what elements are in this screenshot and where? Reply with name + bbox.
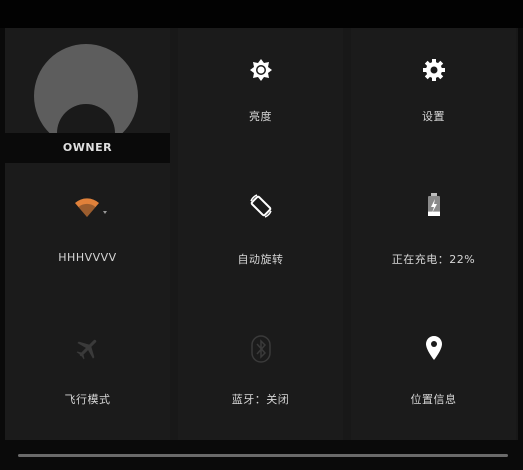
brightness-tile[interactable]: 亮度	[178, 28, 343, 163]
settings-tile[interactable]: 设置	[351, 28, 516, 163]
wifi-label: HHHVVVV	[58, 251, 117, 264]
owner-name: OWNER	[62, 141, 113, 154]
location-pin-icon	[425, 336, 442, 360]
status-bar	[0, 0, 523, 28]
brightness-icon	[249, 59, 272, 81]
owner-tile[interactable]: OWNER	[5, 28, 170, 163]
location-label: 位置信息	[410, 393, 457, 406]
bluetooth-tile[interactable]: 蓝牙：关闭	[178, 303, 343, 440]
settings-label: 设置	[422, 110, 445, 123]
location-tile[interactable]: 位置信息	[351, 303, 516, 440]
battery-charging-icon	[427, 193, 440, 216]
rotate-icon	[249, 194, 272, 218]
brightness-label: 亮度	[249, 110, 272, 123]
battery-label: 正在充电：22%	[391, 253, 476, 266]
airplane-mode-tile[interactable]: 飞行模式	[5, 303, 170, 440]
wifi-icon	[74, 198, 107, 217]
battery-tile[interactable]: 正在充电：22%	[351, 163, 516, 303]
gear-icon	[422, 59, 445, 81]
bluetooth-label: 蓝牙：关闭	[231, 393, 290, 406]
bluetooth-icon	[250, 335, 271, 363]
auto-rotate-label: 自动旋转	[237, 253, 284, 266]
wifi-tile[interactable]: HHHVVVV	[5, 163, 170, 303]
airplane-mode-label: 飞行模式	[64, 393, 111, 406]
panel-drag-handle[interactable]	[18, 454, 508, 457]
airplane-icon	[76, 339, 96, 360]
auto-rotate-tile[interactable]: 自动旋转	[178, 163, 343, 303]
